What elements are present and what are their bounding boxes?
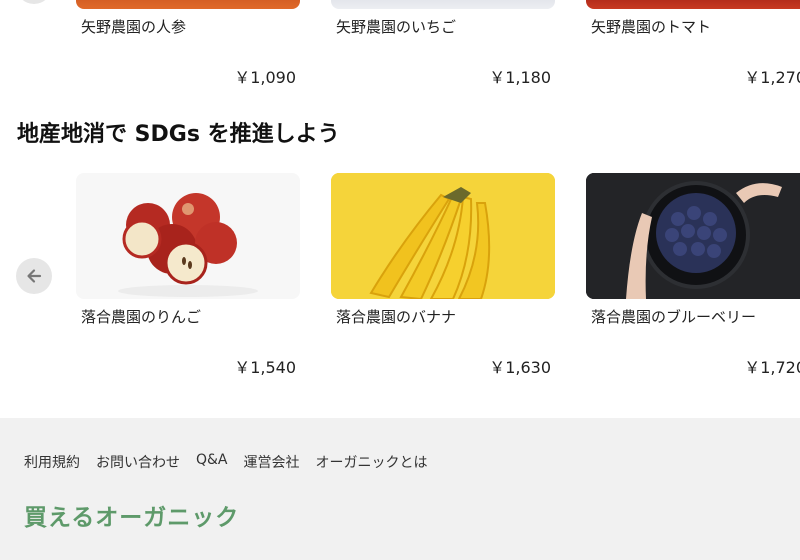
product-name: 矢野農園の人参 [81, 18, 187, 36]
footer-link-about-organic[interactable]: オーガニックとは [316, 452, 428, 472]
product-image-carrot [76, 0, 300, 9]
product-price: ￥1,720 [744, 358, 800, 377]
product-image-banana [331, 173, 555, 299]
footer: 利用規約 お問い合わせ Q&A 運営会社 オーガニックとは 買えるオーガニック [0, 418, 800, 560]
product-card[interactable]: 矢野農園のいちご ￥1,180 [331, 0, 555, 100]
product-card[interactable]: 矢野農園のトマト ￥1,270 [586, 0, 800, 100]
brand-logo[interactable]: 買えるオーガニック [24, 498, 239, 532]
section-title: 地産地消で SDGs を推進しよう [17, 122, 340, 147]
product-card[interactable]: 落合農園のりんご ￥1,540 [76, 173, 300, 377]
product-image-blueberry [586, 173, 800, 299]
product-image-apple [76, 173, 300, 299]
product-image-tomato [586, 0, 800, 9]
product-row-sdgs: 落合農園のりんご ￥1,540 落合農園のバナナ ￥1,630 落合農園のブルー… [0, 173, 800, 383]
product-name: 落合農園のブルーベリー [591, 308, 757, 326]
product-price: ￥1,540 [234, 358, 296, 377]
product-name: 落合農園のバナナ [336, 308, 457, 326]
product-image-strawberry [331, 0, 555, 9]
product-name: 矢野農園のいちご [336, 18, 457, 36]
footer-link-terms[interactable]: 利用規約 [24, 452, 80, 472]
product-card[interactable]: 落合農園のバナナ ￥1,630 [331, 173, 555, 377]
product-row-top: 矢野農園の人参 ￥1,090 矢野農園のいちご ￥1,180 矢野農園のトマト … [0, 0, 800, 100]
product-price: ￥1,180 [489, 68, 551, 87]
prev-arrow-button-top[interactable] [16, 0, 52, 4]
footer-link-contact[interactable]: お問い合わせ [96, 452, 180, 472]
product-price: ￥1,630 [489, 358, 551, 377]
footer-link-faq[interactable]: Q&A [196, 452, 228, 472]
prev-arrow-button[interactable] [16, 258, 52, 294]
product-name: 落合農園のりんご [81, 308, 202, 326]
product-name: 矢野農園のトマト [591, 18, 712, 36]
product-card[interactable]: 落合農園のブルーベリー ￥1,720 [586, 173, 800, 377]
product-price: ￥1,090 [234, 68, 296, 87]
arrow-left-icon [27, 269, 42, 283]
footer-nav: 利用規約 お問い合わせ Q&A 運営会社 オーガニックとは [24, 452, 428, 472]
product-card[interactable]: 矢野農園の人参 ￥1,090 [76, 0, 300, 100]
footer-link-company[interactable]: 運営会社 [244, 452, 300, 472]
product-price: ￥1,270 [744, 68, 800, 87]
